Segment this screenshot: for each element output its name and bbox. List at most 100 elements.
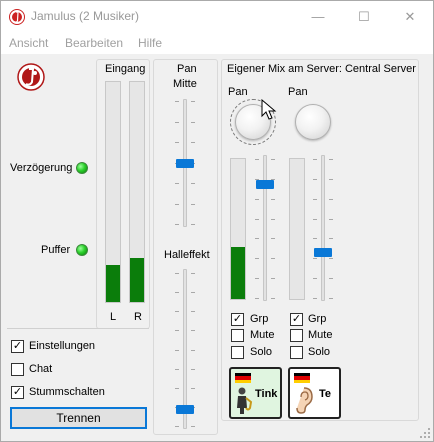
delay-label: Verzögerung: [10, 162, 73, 174]
minimize-button[interactable]: —: [295, 1, 341, 32]
menu-help[interactable]: Hilfe: [138, 36, 162, 50]
channel-2-pan-label: Pan: [288, 86, 308, 98]
channel-1-flag-icon: [235, 373, 251, 383]
options-divider: [7, 328, 149, 329]
channel-2-mute-checkbox[interactable]: [290, 329, 303, 342]
channel-1-mute-checkbox[interactable]: [231, 329, 244, 342]
mouse-cursor-icon: [261, 99, 277, 120]
channel-2-pan-knob[interactable]: [295, 104, 331, 140]
disconnect-label: Trennen: [56, 411, 101, 425]
channel-2-level-meter: [289, 158, 305, 300]
channel-2-fader-tick: [313, 159, 317, 160]
jamulus-app-icon: [9, 9, 25, 25]
chat-label[interactable]: Chat: [29, 363, 52, 375]
channel-2-fader-track[interactable]: [321, 155, 325, 301]
channel-2-group-label[interactable]: Grp: [308, 313, 326, 325]
channel-1-fader-tick: [255, 198, 259, 200]
channel-2-group-checkbox[interactable]: ✓: [290, 313, 303, 326]
disconnect-button[interactable]: Trennen: [10, 407, 147, 429]
channel-2-mute-label[interactable]: Mute: [308, 329, 332, 341]
channel-1-level-meter: [230, 158, 246, 300]
pan-slider-tick: [175, 224, 179, 225]
channel-1-solo-label[interactable]: Solo: [250, 346, 272, 358]
reverb-slider-thumb[interactable]: [176, 404, 194, 414]
input-meter-right: [129, 81, 145, 303]
pan-slider-tick: [191, 224, 195, 225]
reverb-slider-tick: [175, 330, 179, 332]
reverb-slider-tick: [175, 292, 179, 294]
chat-checkbox[interactable]: [11, 363, 24, 376]
channel-1-info[interactable]: Tink: [229, 367, 282, 419]
channel-1-fader-tick: [271, 298, 275, 299]
channel-2-name: Te: [319, 388, 332, 400]
pan-title: Pan: [177, 63, 197, 75]
pan-slider-thumb[interactable]: [176, 158, 194, 168]
channel-1-fader-tick: [271, 278, 275, 280]
channel-1-fader-tick: [255, 238, 259, 240]
reverb-slider-tick: [191, 330, 195, 332]
resize-grip-icon[interactable]: [419, 427, 431, 439]
channel-1-group-label[interactable]: Grp: [250, 313, 268, 325]
settings-label[interactable]: Einstellungen: [29, 340, 95, 352]
channel-2-fader-thumb[interactable]: [314, 248, 332, 258]
menu-edit[interactable]: Bearbeiten: [65, 36, 123, 50]
input-meter-right-fill: [130, 258, 144, 302]
menu-bar: Ansicht Bearbeiten Hilfe: [1, 32, 433, 54]
channel-1-mute-label[interactable]: Mute: [250, 329, 274, 341]
channel-2-fader-tick: [313, 278, 317, 280]
channel-2-fader-tick: [329, 159, 333, 160]
delay-led-icon: [76, 162, 88, 174]
channel-2-solo-checkbox[interactable]: [290, 346, 303, 359]
reverb-slider-tick: [191, 311, 195, 313]
channel-1-solo-checkbox[interactable]: [231, 346, 244, 359]
input-left-label: L: [110, 311, 117, 323]
maximize-button[interactable]: ☐: [341, 1, 387, 32]
channel-1-group-checkbox[interactable]: ✓: [231, 313, 244, 326]
channel-2-fader-tick: [329, 238, 333, 240]
pan-center-label: Mitte: [173, 78, 197, 90]
channel-1-fader-tick: [271, 238, 275, 240]
input-title: Eingang: [105, 63, 146, 75]
pan-slider-tick: [175, 121, 179, 123]
channel-2-fader-tick: [313, 258, 317, 260]
channel-1-fader-tick: [255, 218, 259, 220]
settings-checkbox[interactable]: ✓: [11, 340, 24, 353]
channel-1-fader-tick: [271, 159, 275, 160]
mute-label[interactable]: Stummschalten: [29, 386, 105, 398]
reverb-slider-tick: [175, 387, 179, 389]
window-title: Jamulus (2 Musiker): [31, 9, 140, 23]
channel-2-solo-label[interactable]: Solo: [308, 346, 330, 358]
ear-icon: [296, 387, 313, 414]
pan-slider-tick: [191, 121, 195, 123]
reverb-slider-tick: [175, 349, 179, 351]
reverb-slider-tick: [175, 426, 179, 427]
close-icon: ✕: [404, 8, 416, 24]
channel-1-pan-label: Pan: [228, 86, 248, 98]
buffer-label: Puffer: [41, 244, 71, 256]
reverb-slider-tick: [175, 368, 179, 370]
mute-checkbox[interactable]: ✓: [11, 386, 24, 399]
reverb-label: Halleffekt: [164, 249, 210, 261]
channel-2-fader-tick: [313, 178, 317, 180]
title-bar[interactable]: Jamulus (2 Musiker) — ☐ ✕: [1, 1, 433, 32]
channel-2-info[interactable]: Te: [288, 367, 341, 419]
mixer-title: Eigener Mix am Server: Central Server: [227, 63, 416, 75]
channel-1-fader-tick: [255, 298, 259, 299]
reverb-slider-tick: [175, 273, 179, 274]
input-meter-left-fill: [106, 264, 120, 302]
reverb-slider-tick: [191, 273, 195, 274]
channel-1-fader-track[interactable]: [263, 155, 267, 301]
pan-slider-tick: [175, 101, 179, 102]
channel-2-fader-tick: [313, 198, 317, 200]
menu-view[interactable]: Ansicht: [9, 36, 48, 50]
minimize-icon: —: [311, 9, 325, 24]
pan-slider-tick: [191, 203, 195, 205]
pan-slider-tick: [175, 142, 179, 143]
channel-1-name: Tink: [255, 388, 278, 400]
channel-2-fader-tick: [313, 238, 317, 240]
close-button[interactable]: ✕: [387, 1, 433, 32]
buffer-led-icon: [76, 244, 88, 256]
channel-1-fader-thumb[interactable]: [256, 179, 274, 189]
channel-2-fader-tick: [313, 218, 317, 220]
channel-1-fader-tick: [255, 278, 259, 280]
